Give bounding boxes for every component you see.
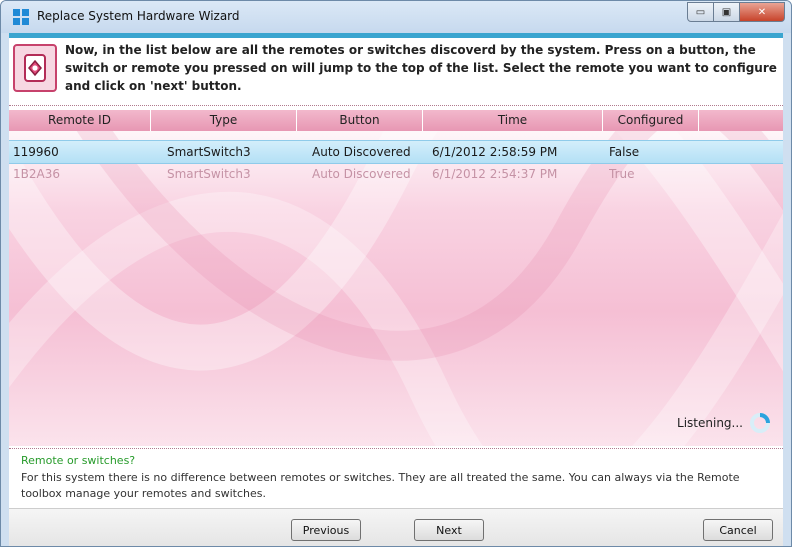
spinner-icon [750,413,770,433]
column-remote-id[interactable]: Remote ID [9,110,151,131]
remote-device-icon [13,44,57,92]
button-bar: Previous Next Cancel [9,508,783,546]
window-controls: ▭ ▣ ✕ [687,2,785,22]
instruction-text: Now, in the list below are all the remot… [65,43,777,93]
listening-label: Listening... [677,416,743,430]
column-type[interactable]: Type [151,110,297,131]
maximize-button[interactable]: ▣ [714,2,740,22]
info-body: For this system there is no difference b… [21,471,740,500]
cell-remote-id: 119960 [13,145,59,159]
close-button[interactable]: ✕ [740,2,785,22]
cell-time: 6/1/2012 2:58:59 PM [432,145,558,159]
cancel-button[interactable]: Cancel [703,519,773,541]
column-configured[interactable]: Configured [603,110,699,131]
cell-button: Auto Discovered [312,145,411,159]
table-row[interactable]: 1B2A36 SmartSwitch3 Auto Discovered 6/1/… [9,163,783,185]
remotes-list[interactable]: Remote ID Type Button Time Configured 11… [9,110,783,446]
listening-status: Listening... [677,412,771,434]
cell-time: 6/1/2012 2:54:37 PM [432,167,558,181]
minimize-button[interactable]: ▭ [687,2,714,22]
wizard-header: Now, in the list below are all the remot… [9,38,783,102]
title-bar[interactable]: Replace System Hardware Wizard ▭ ▣ ✕ [1,1,791,33]
column-button[interactable]: Button [297,110,423,131]
table-row[interactable]: 119960 SmartSwitch3 Auto Discovered 6/1/… [9,140,783,164]
app-icon [13,9,29,25]
cell-button: Auto Discovered [312,167,411,181]
cell-configured: False [609,145,640,159]
cell-configured: True [609,167,635,181]
previous-button[interactable]: Previous [291,519,361,541]
cell-type: SmartSwitch3 [167,167,251,181]
cell-type: SmartSwitch3 [167,145,251,159]
wizard-content: Now, in the list below are all the remot… [9,33,783,546]
info-title: Remote or switches? [21,454,136,467]
wizard-window: Replace System Hardware Wizard ▭ ▣ ✕ Now… [0,0,792,547]
list-column-header: Remote ID Type Button Time Configured [9,110,783,131]
info-separator [9,448,783,449]
window-title: Replace System Hardware Wizard [37,9,240,23]
column-time[interactable]: Time [423,110,603,131]
column-spacer [699,110,783,131]
header-separator [9,105,783,106]
info-panel: Remote or switches? For this system ther… [9,450,783,506]
next-button[interactable]: Next [414,519,484,541]
cell-remote-id: 1B2A36 [13,167,60,181]
